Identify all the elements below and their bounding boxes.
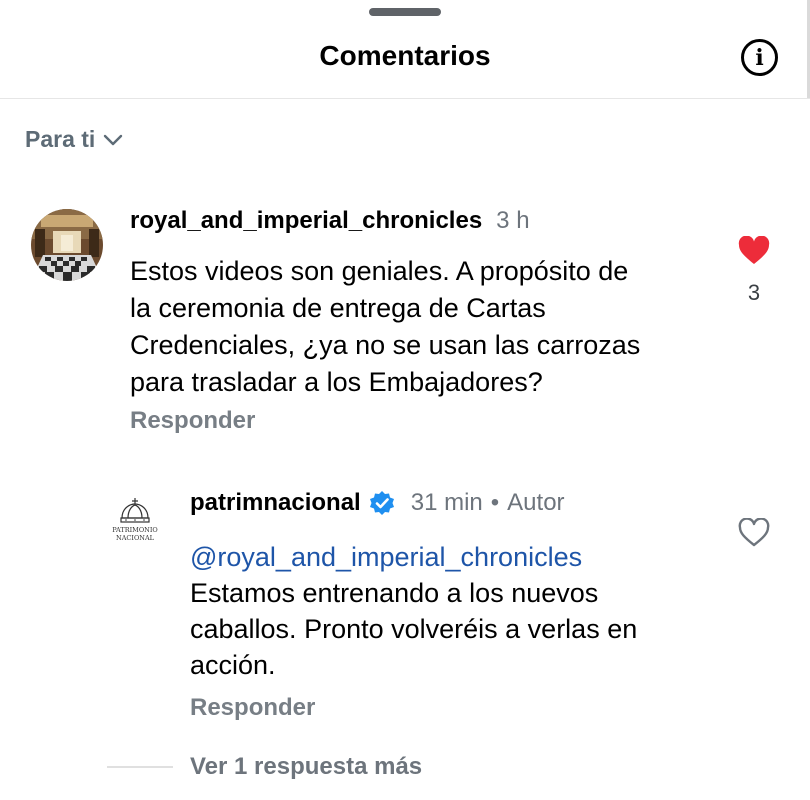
- comment-username[interactable]: royal_and_imperial_chronicles: [130, 207, 482, 235]
- reply-header: patrimnacional 31 min • Autor: [190, 489, 565, 517]
- page-title: Comentarios: [319, 40, 491, 71]
- comment-text: Estos videos son geniales. A propósito d…: [130, 256, 641, 397]
- comment-header: royal_and_imperial_chronicles 3 h: [130, 207, 530, 235]
- more-replies-divider: [107, 766, 173, 768]
- palace-hall-image: [31, 209, 103, 281]
- mention-link[interactable]: @royal_and_imperial_chronicles: [190, 539, 720, 575]
- reply-button[interactable]: Responder: [130, 407, 255, 435]
- separator-dot: •: [490, 489, 500, 516]
- reply-timestamp: 31 min: [410, 489, 483, 516]
- view-more-replies-button[interactable]: Ver 1 respuesta más: [190, 753, 422, 781]
- patrimonio-nacional-logo: PATRIMONIO NACIONAL: [112, 498, 158, 542]
- reply-text: Estamos entrenando a los nuevos caballos…: [190, 578, 638, 680]
- author-badge: Autor: [507, 489, 565, 516]
- heart-filled-icon: [738, 235, 770, 264]
- reply-text-block: @royal_and_imperial_chronicles Estamos e…: [190, 539, 720, 683]
- avatar[interactable]: PATRIMONIO NACIONAL: [104, 494, 166, 552]
- comment-timestamp: 3 h: [496, 207, 530, 234]
- chevron-down-icon: [104, 134, 123, 145]
- sort-filter-dropdown[interactable]: Para ti: [25, 126, 123, 153]
- like-count: 3: [747, 280, 761, 305]
- svg-text:NACIONAL: NACIONAL: [116, 534, 155, 542]
- reply-username[interactable]: patrimnacional: [190, 489, 361, 517]
- avatar[interactable]: [31, 209, 103, 281]
- verified-badge-icon: [369, 491, 394, 515]
- reply-button[interactable]: Responder: [190, 694, 315, 722]
- info-icon[interactable]: i: [741, 39, 778, 76]
- sort-filter-label: Para ti: [25, 126, 96, 152]
- svg-text:PATRIMONIO: PATRIMONIO: [112, 526, 157, 534]
- header-divider: [0, 98, 810, 99]
- like-button[interactable]: [738, 517, 770, 553]
- heart-outline-icon: [738, 517, 770, 547]
- like-button[interactable]: [738, 235, 770, 271]
- drag-handle[interactable]: [369, 8, 441, 16]
